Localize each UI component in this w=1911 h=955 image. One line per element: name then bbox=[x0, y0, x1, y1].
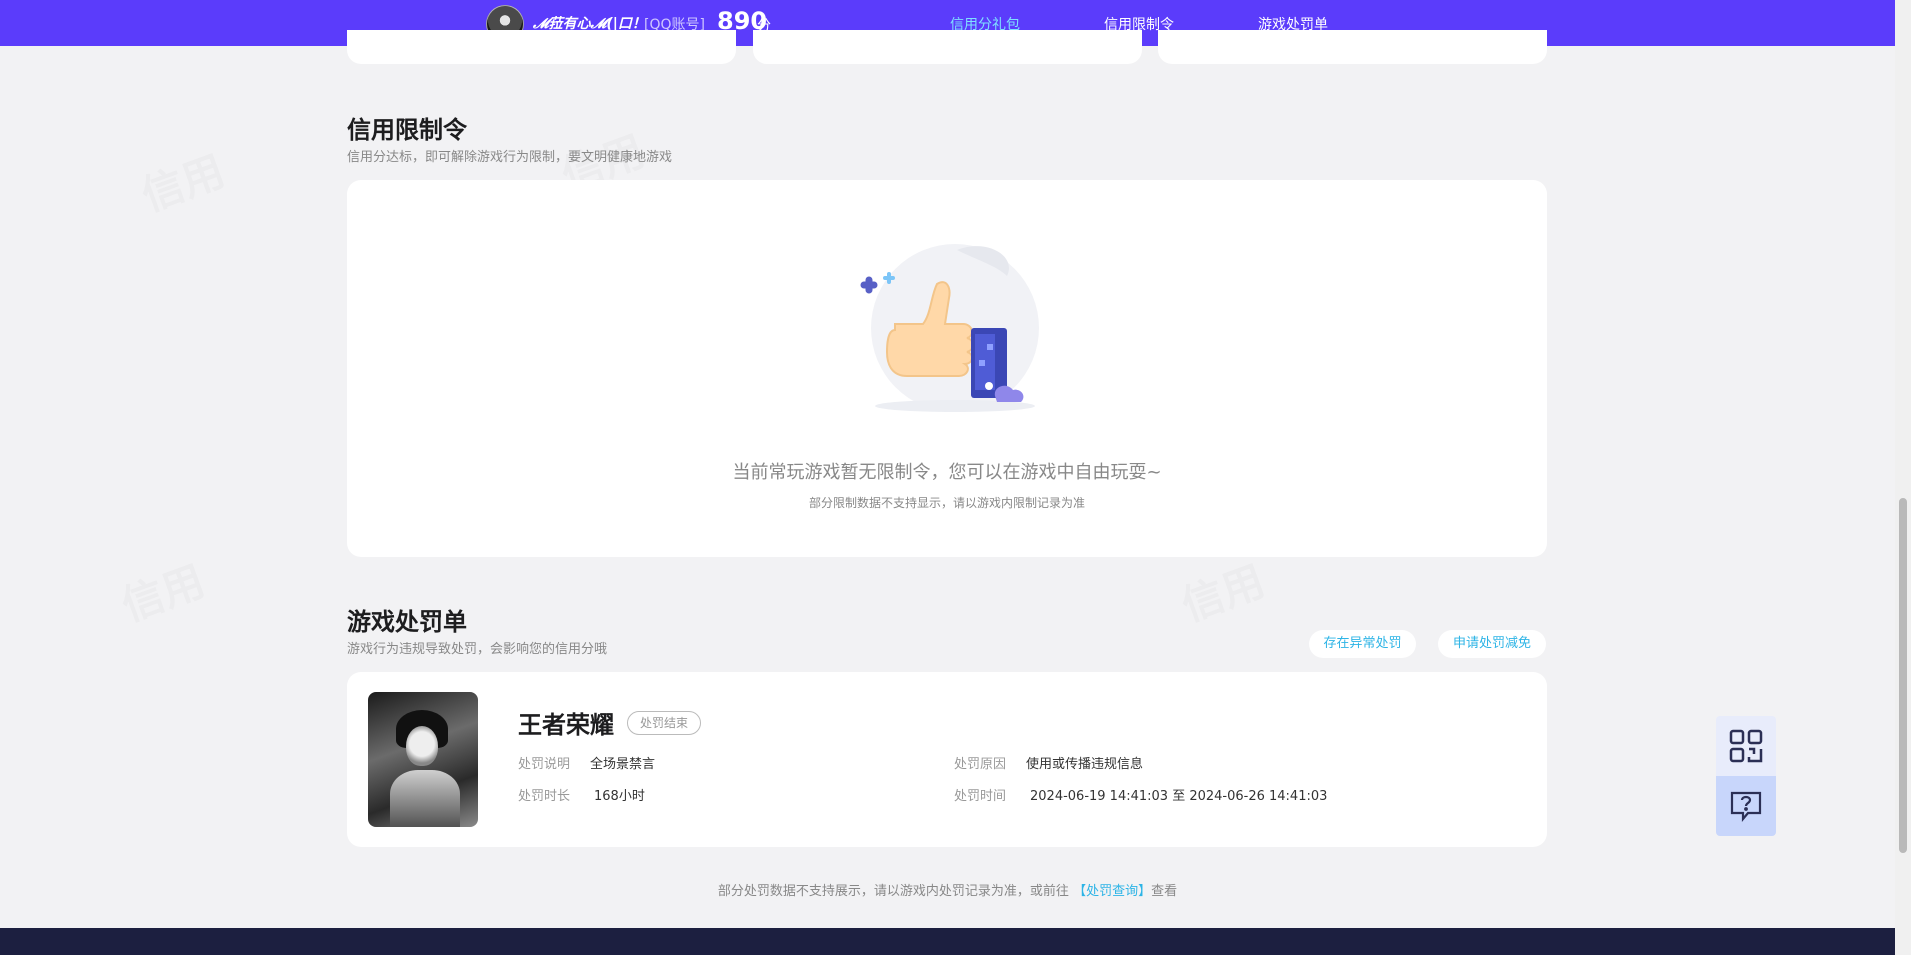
watermark: 信用 bbox=[132, 137, 232, 223]
reason-value: 使用或传播违规信息 bbox=[1026, 757, 1144, 772]
thumbs-up-illustration bbox=[860, 244, 1039, 412]
page-footer bbox=[0, 928, 1895, 955]
gift-card[interactable] bbox=[347, 30, 736, 64]
time-label: 处罚时间 bbox=[954, 789, 1007, 804]
floating-toolbar bbox=[1716, 716, 1776, 836]
duration-label: 处罚时长 bbox=[518, 789, 571, 804]
footer-suffix: 查看 bbox=[1151, 884, 1178, 899]
gift-card[interactable] bbox=[1158, 30, 1547, 64]
penalty-query-link[interactable]: 【处罚查询】 bbox=[1073, 884, 1151, 899]
reason-label: 处罚原因 bbox=[954, 757, 1007, 772]
time-value: 2024-06-19 14:41:03 至 2024-06-26 14:41:0… bbox=[1030, 789, 1328, 804]
restriction-title: 信用限制令 bbox=[347, 116, 467, 144]
restriction-subtitle: 信用分达标，即可解除游戏行为限制，要文明健康地游戏 bbox=[347, 150, 673, 165]
empty-state-note: 部分限制数据不支持显示，请以游戏内限制记录为准 bbox=[808, 496, 1085, 510]
help-button[interactable] bbox=[1716, 776, 1776, 836]
apply-reduction-button[interactable]: 申请处罚减免 bbox=[1438, 630, 1546, 658]
penalty-title: 游戏处罚单 bbox=[347, 608, 467, 636]
penalty-subtitle: 游戏行为违规导致处罚，会影响您的信用分哦 bbox=[347, 642, 608, 657]
watermark: 信用 bbox=[112, 547, 212, 633]
penalty-footer-note: 部分处罚数据不支持展示，请以游戏内处罚记录为准，或前往 【处罚查询】查看 bbox=[0, 880, 1895, 899]
game-thumbnail bbox=[368, 692, 478, 827]
restriction-card: 当前常玩游戏暂无限制令，您可以在游戏中自由玩耍~ 部分限制数据不支持显示，请以游… bbox=[347, 180, 1547, 557]
footer-prefix: 部分处罚数据不支持展示，请以游戏内处罚记录为准，或前往 bbox=[717, 884, 1069, 899]
scrollbar-thumb[interactable] bbox=[1899, 498, 1907, 853]
qr-code-button[interactable] bbox=[1716, 716, 1776, 776]
watermark: 信用 bbox=[1172, 547, 1272, 633]
status-badge: 处罚结束 bbox=[627, 711, 702, 735]
empty-state-message: 当前常玩游戏暂无限制令，您可以在游戏中自由玩耍~ bbox=[732, 462, 1162, 483]
abnormal-penalty-button[interactable]: 存在异常处罚 bbox=[1309, 630, 1416, 658]
game-name: 王者荣耀 bbox=[518, 711, 614, 739]
qr-code-icon bbox=[1729, 729, 1763, 763]
desc-label: 处罚说明 bbox=[518, 757, 571, 772]
duration-value: 168小时 bbox=[594, 789, 645, 804]
gift-card[interactable] bbox=[753, 30, 1142, 64]
desc-value: 全场景禁言 bbox=[590, 757, 656, 772]
help-chat-icon bbox=[1730, 791, 1762, 823]
